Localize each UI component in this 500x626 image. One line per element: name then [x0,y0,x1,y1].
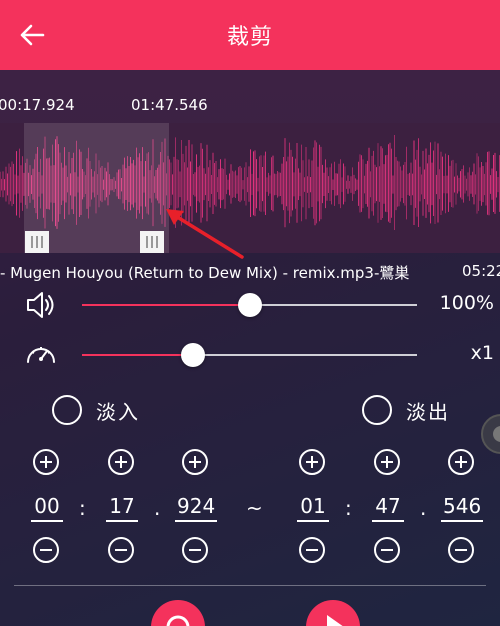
app-bar: 裁剪 [0,0,500,70]
start-min-increment-button[interactable] [33,449,59,475]
fade-out-label: 淡出 [406,399,450,424]
speed-slider-thumb[interactable] [180,343,205,367]
annotation-arrow [166,209,244,259]
fade-in-radio[interactable] [52,395,82,425]
speaker-icon [27,292,54,318]
file-name: - Mugen Houyou (Return to Dew Mix) - rem… [0,264,410,282]
selection-start-time: 00:17.924 [0,96,75,114]
fade-out-radio[interactable] [362,395,392,425]
divider [14,585,486,586]
file-info-row: - Mugen Houyou (Return to Dew Mix) - rem… [0,262,500,282]
selection-start-handle[interactable] [25,231,49,253]
floating-assist-button[interactable] [481,414,500,454]
volume-row: 100% [0,284,500,324]
play-icon [327,615,343,626]
start-sec-decrement-button[interactable] [108,537,134,563]
loop-icon [166,615,190,626]
start-ms-decrement-button[interactable] [182,537,208,563]
selection-end-time: 01:47.546 [131,96,208,114]
fade-in-option[interactable]: 淡入 [52,393,140,427]
waveform-view[interactable] [0,123,500,253]
fade-out-option[interactable]: 淡出 [362,393,450,427]
end-colon: : [345,496,352,520]
start-minutes-field[interactable]: 00 [31,494,63,522]
start-dot: . [154,496,161,520]
page-title: 裁剪 [226,25,273,50]
end-ms-increment-button[interactable] [448,449,474,475]
end-minutes-field[interactable]: 01 [297,494,329,522]
volume-slider-thumb[interactable] [237,293,262,317]
end-min-increment-button[interactable] [299,449,325,475]
end-milliseconds-field[interactable]: 546 [441,494,483,522]
end-min-decrement-button[interactable] [299,537,325,563]
file-duration: 05:22 [462,262,500,280]
start-min-decrement-button[interactable] [33,537,59,563]
fade-in-label: 淡入 [96,399,140,424]
start-milliseconds-field[interactable]: 924 [175,494,217,522]
speed-row: x1 [0,334,500,374]
speed-slider-fill [82,354,193,356]
speedometer-icon [27,347,55,363]
start-sec-increment-button[interactable] [108,449,134,475]
speed-value: x1 [470,342,494,364]
volume-slider-fill [82,304,250,306]
start-ms-increment-button[interactable] [182,449,208,475]
range-separator: ~ [246,496,263,520]
speed-slider[interactable] [82,354,417,356]
end-dot: . [420,496,427,520]
end-ms-decrement-button[interactable] [448,537,474,563]
end-sec-increment-button[interactable] [374,449,400,475]
back-button[interactable] [14,17,50,53]
end-sec-decrement-button[interactable] [374,537,400,563]
play-button[interactable] [306,600,360,626]
end-seconds-field[interactable]: 47 [372,494,404,522]
loop-button[interactable] [151,600,205,626]
arrow-left-icon [20,24,45,46]
volume-value: 100% [439,292,494,314]
start-seconds-field[interactable]: 17 [106,494,138,522]
start-colon: : [79,496,86,520]
